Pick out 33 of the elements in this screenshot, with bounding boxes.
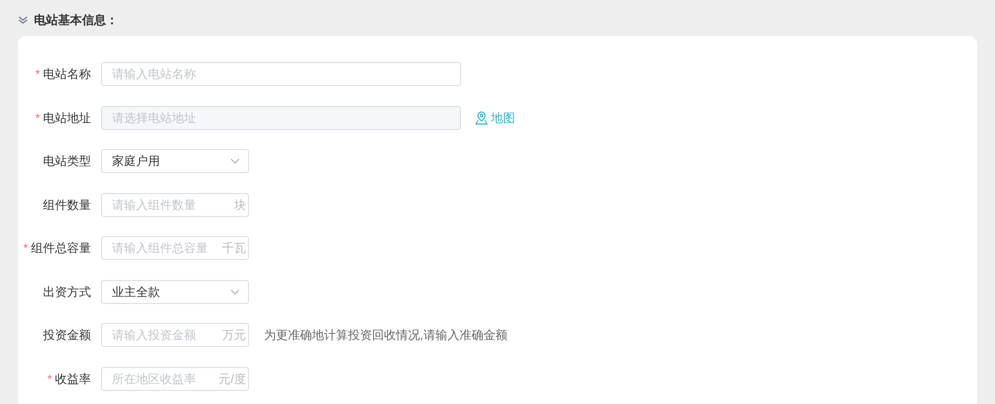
unit-label: 千瓦 (222, 240, 246, 257)
unit-label: 块 (234, 196, 246, 214)
chevron-down-icon (230, 158, 240, 164)
unit-input-field[interactable]: 请输入组件数量 块 (101, 192, 249, 216)
input-field[interactable]: 请输入组件总容量 (102, 237, 222, 259)
required-mark: * (23, 240, 28, 257)
required-mark: * (47, 370, 52, 388)
input-field[interactable]: 所在地区收益率 (102, 368, 219, 390)
map-pin-icon (475, 110, 488, 124)
input-field[interactable]: 请输入电站名称 (101, 62, 461, 86)
required-mark: * (35, 66, 40, 83)
unit-input-field[interactable]: 请输入投资金额 万元 (101, 323, 249, 347)
unit-input-field[interactable]: 请输入组件总容量 千瓦 (101, 236, 249, 260)
field-label: 投资金额 (43, 327, 91, 344)
chevron-icon[interactable] (18, 16, 28, 24)
field-label: 组件数量 (43, 196, 91, 214)
unit-label: 元/度 (218, 370, 246, 388)
input-field[interactable]: 请输入组件数量 (102, 194, 234, 216)
field-label: 电站名称 (43, 66, 91, 83)
field-label: 出资方式 (43, 284, 91, 300)
select-field[interactable]: 家庭户用 (101, 149, 249, 173)
select-field[interactable]: 业主全款 (101, 280, 249, 304)
field-label: 组件总容量 (31, 240, 91, 257)
field-label: 电站地址 (43, 110, 91, 126)
field-label: 电站类型 (43, 153, 91, 170)
chevron-down-icon (230, 288, 240, 294)
unit-input-field[interactable]: 所在地区收益率 元/度 (101, 366, 249, 390)
required-mark: * (35, 110, 40, 126)
input-field[interactable]: 请输入投资金额 (102, 324, 222, 346)
unit-label: 万元 (222, 327, 246, 344)
field-label: 收益率 (55, 370, 91, 388)
hint-text: 为更准确地计算投资回收情况,请输入准确金额 (264, 327, 508, 344)
section-title: 电站基本信息： (34, 12, 118, 29)
